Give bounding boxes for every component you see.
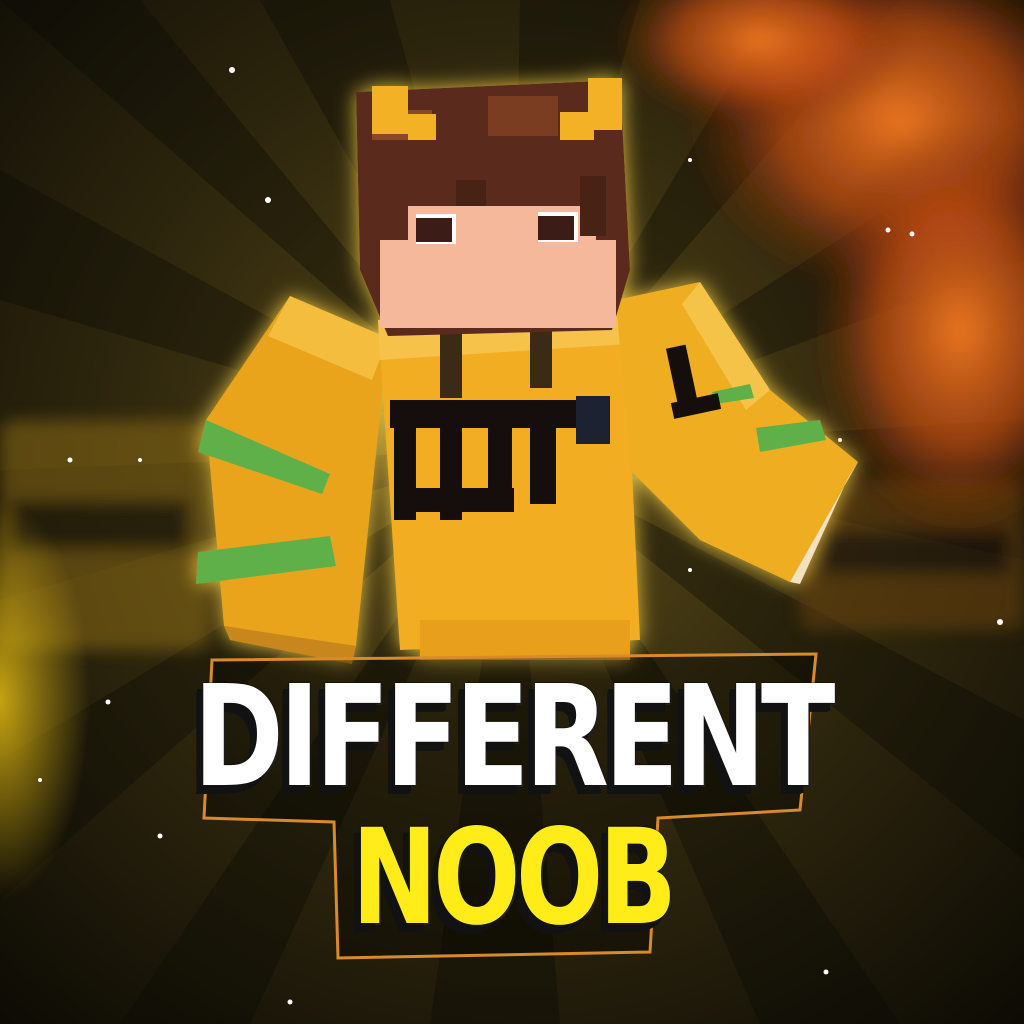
title-line-2: NOOB [351,801,678,955]
title-line-1: DIFFERENT [193,656,835,819]
